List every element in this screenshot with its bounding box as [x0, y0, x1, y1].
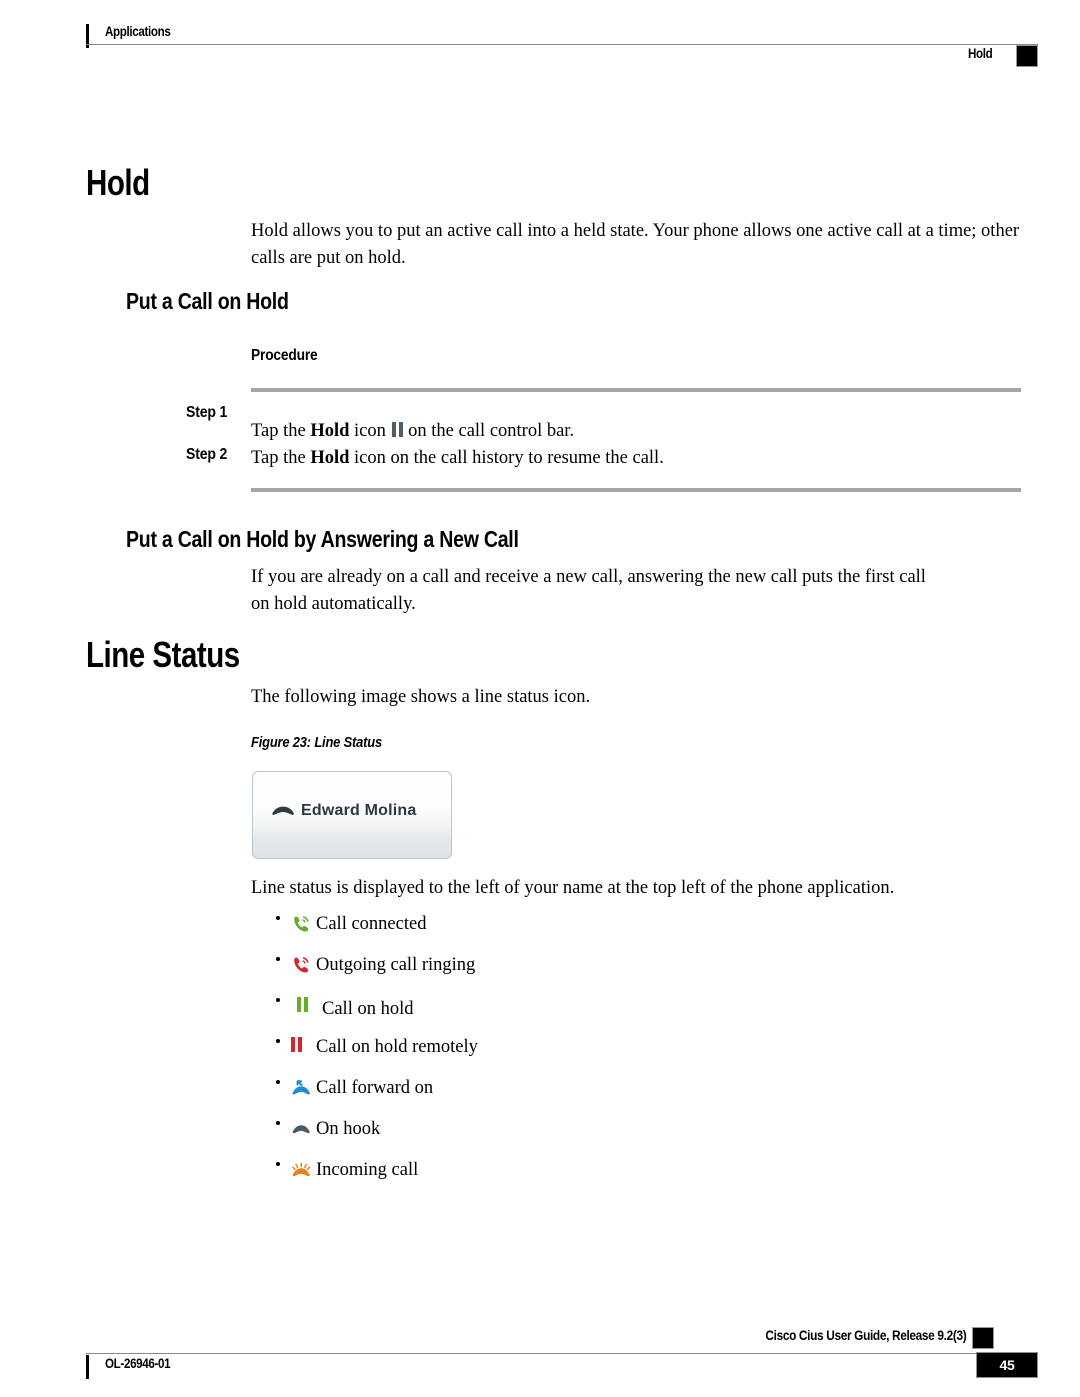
step-2-text: Tap the Hold icon on the call history to…: [251, 445, 664, 471]
heading-line-status: Line Status: [86, 634, 240, 675]
list-item-label: Call on hold remotely: [316, 1037, 478, 1057]
footer-left-marker: [86, 1355, 89, 1379]
header-section-label: Hold: [967, 46, 993, 61]
step-1-label: Step 1: [186, 404, 228, 421]
header-chapter-label: Applications: [105, 24, 171, 39]
step-2-label: Step 2: [186, 446, 228, 463]
footer-document-id: OL-26946-01: [105, 1356, 171, 1371]
step-1-text-before: Tap the: [251, 421, 311, 441]
bullet-icon: [276, 998, 280, 1002]
pause-icon: [290, 1037, 312, 1059]
page-number: 45: [976, 1352, 1038, 1378]
pause-icon: [296, 997, 318, 1019]
bullet-icon: [276, 1121, 280, 1125]
footer-marker-square: [972, 1327, 994, 1349]
step-table-bottom-rule: [251, 488, 1021, 492]
line-status-description-paragraph: Line status is displayed to the left of …: [251, 878, 895, 898]
bullet-icon: [276, 1080, 280, 1084]
list-item-label: Incoming call: [316, 1160, 419, 1180]
list-item: Call connected: [276, 912, 876, 953]
step-table-top-rule: [251, 388, 1021, 392]
figure-caption: Figure 23: Line Status: [251, 734, 382, 751]
step-2-text-before: Tap the: [251, 448, 311, 468]
hold-intro-paragraph: Hold allows you to put an active call in…: [251, 221, 1020, 268]
list-item: Call on hold: [276, 994, 876, 1035]
line-status-figure: Edward Molina: [252, 771, 452, 859]
handset-forward-icon: [292, 1080, 310, 1095]
list-item: Call forward on: [276, 1076, 876, 1117]
running-footer: Cisco Cius User Guide, Release 9.2(3) OL…: [86, 1327, 1038, 1387]
handset-ringing-icon: [294, 916, 309, 932]
step-1-text-mid: icon: [349, 421, 391, 441]
bullet-icon: [276, 957, 280, 961]
heading-put-a-call-on-hold: Put a Call on Hold: [126, 288, 289, 314]
pause-icon: [391, 422, 404, 437]
document-page: Applications Hold Hold Hold allows you t…: [0, 0, 1080, 1397]
handset-incoming-icon: [292, 1162, 311, 1177]
page-title: Hold: [86, 162, 150, 203]
heading-put-a-call-on-hold-by-answering: Put a Call on Hold by Answering a New Ca…: [126, 526, 519, 552]
step-2-bold-term: Hold: [310, 448, 350, 468]
list-item-label: On hook: [316, 1119, 381, 1139]
bullet-icon: [276, 916, 280, 920]
on-hook-handset-icon: [272, 806, 294, 815]
list-item-label: Call connected: [316, 914, 427, 934]
list-item: On hook: [276, 1117, 876, 1158]
on-hook-handset-icon: [292, 1125, 310, 1134]
handset-ringing-icon: [294, 957, 309, 973]
list-item: Outgoing call ringing: [276, 953, 876, 994]
step-1-text-after: on the call control bar.: [403, 421, 575, 441]
footer-guide-title: Cisco Cius User Guide, Release 9.2(3): [765, 1328, 966, 1343]
answer-new-call-paragraph: If you are already on a call and receive…: [251, 567, 926, 614]
bullet-icon: [276, 1162, 280, 1166]
list-item-label: Call on hold: [322, 999, 414, 1019]
header-rule: [86, 44, 1038, 45]
line-status-intro-paragraph: The following image shows a line status …: [251, 687, 591, 707]
procedure-label: Procedure: [251, 347, 318, 364]
step-1-bold-term: Hold: [310, 421, 350, 441]
footer-rule: [86, 1353, 1038, 1354]
list-item: Call on hold remotely: [276, 1035, 876, 1076]
list-item: Incoming call: [276, 1158, 876, 1199]
step-2-text-mid: icon on the call history to resume the c…: [349, 448, 664, 468]
header-marker-square: [1016, 45, 1038, 67]
step-1-text: Tap the Hold icon on the call control ba…: [251, 418, 574, 444]
line-status-figure-name: Edward Molina: [301, 802, 417, 819]
list-item-label: Call forward on: [316, 1078, 434, 1098]
bullet-icon: [276, 1039, 280, 1043]
line-status-icon-list: Call connected Outgoing call ringing Cal…: [276, 912, 876, 1199]
list-item-label: Outgoing call ringing: [316, 955, 476, 975]
running-header: Applications Hold: [86, 22, 1038, 68]
